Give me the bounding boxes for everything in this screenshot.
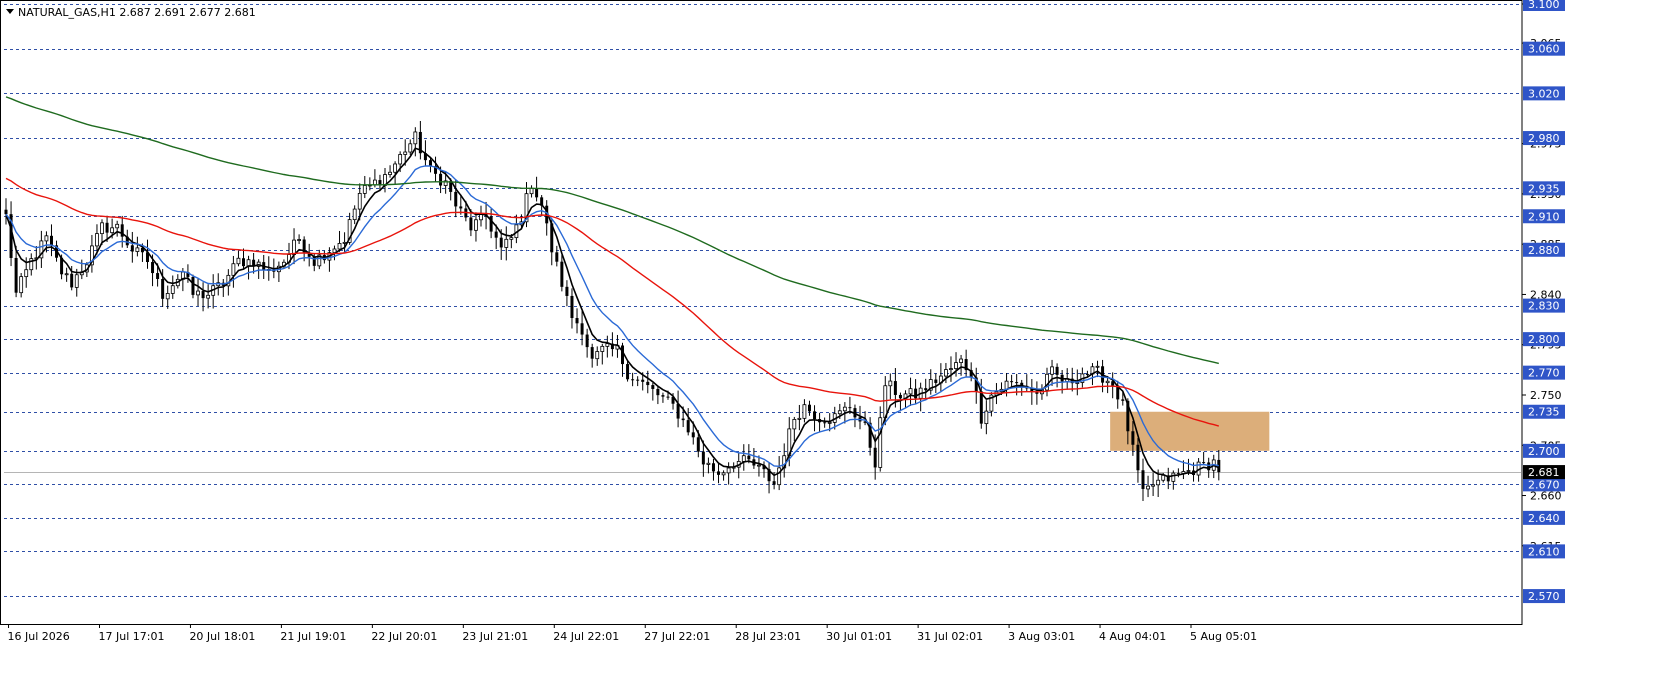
price-level-label[interactable]: 2.935 [1523,181,1565,196]
candle [191,274,195,299]
time-tick-label: 21 Jul 19:01 [280,630,346,643]
svg-text:2.910: 2.910 [1528,210,1560,223]
price-level-label[interactable]: 2.700 [1523,443,1565,458]
chart-window[interactable]: 3.1003.0652.9752.9302.8852.8402.7952.750… [0,0,1658,684]
svg-text:2.770: 2.770 [1528,367,1560,380]
svg-text:3.020: 3.020 [1528,87,1560,100]
price-level-label[interactable]: 2.800 [1523,332,1565,347]
time-tick-label: 31 Jul 02:01 [917,630,983,643]
price-level-label[interactable]: 2.880 [1523,242,1565,257]
price-level-label[interactable]: 2.910 [1523,209,1565,224]
time-tick-label: 4 Aug 04:01 [1099,630,1166,643]
svg-text:2.830: 2.830 [1528,300,1560,313]
time-tick-label: 27 Jul 22:01 [644,630,710,643]
current-price-label[interactable]: 2.681 [1523,465,1565,480]
time-tick-label: 20 Jul 18:01 [189,630,255,643]
svg-text:2.800: 2.800 [1528,333,1560,346]
price-level-label[interactable]: 2.980 [1523,131,1565,146]
svg-text:2.880: 2.880 [1528,244,1560,257]
time-tick-label: 23 Jul 21:01 [462,630,528,643]
svg-text:2.670: 2.670 [1528,478,1560,491]
svg-text:2.980: 2.980 [1528,132,1560,145]
price-chart[interactable]: 3.1003.0652.9752.9302.8852.8402.7952.750… [0,0,1658,684]
price-axis[interactable]: 3.1003.0652.9752.9302.8852.8402.7952.750… [1522,0,1565,604]
time-tick-label: 30 Jul 01:01 [826,630,892,643]
price-level-label[interactable]: 3.060 [1523,41,1565,56]
price-level-label[interactable]: 2.770 [1523,365,1565,380]
price-level-label[interactable]: 2.570 [1523,589,1565,604]
svg-text:3.100: 3.100 [1528,0,1560,11]
time-tick-label: 22 Jul 20:01 [371,630,437,643]
price-level-label[interactable]: 2.830 [1523,298,1565,313]
time-tick-label: 5 Aug 05:01 [1190,630,1257,643]
svg-text:2.935: 2.935 [1528,182,1560,195]
price-level-label[interactable]: 3.020 [1523,86,1565,101]
chart-header: NATURAL_GAS,H1 2.687 2.691 2.677 2.681 [6,6,256,19]
svg-text:2.700: 2.700 [1528,445,1560,458]
price-tick-label: 2.660 [1530,490,1562,503]
time-tick-label: 17 Jul 17:01 [98,630,164,643]
price-level-label[interactable]: 2.735 [1523,404,1565,419]
svg-text:2.681: 2.681 [1528,466,1560,479]
svg-text:3.060: 3.060 [1528,43,1560,56]
svg-text:2.570: 2.570 [1528,590,1560,603]
time-tick-label: 16 Jul 2026 [8,630,70,643]
price-level-label[interactable]: 2.610 [1523,544,1565,559]
symbol-ohlc-text: NATURAL_GAS,H1 2.687 2.691 2.677 2.681 [18,6,256,19]
time-tick-label: 28 Jul 23:01 [735,630,801,643]
chart-background [0,0,1658,684]
price-tick-label: 2.750 [1530,389,1562,402]
price-level-label[interactable]: 3.100 [1523,0,1565,11]
svg-text:2.610: 2.610 [1528,545,1560,558]
svg-text:2.640: 2.640 [1528,512,1560,525]
svg-text:2.735: 2.735 [1528,406,1560,419]
time-tick-label: 3 Aug 03:01 [1008,630,1075,643]
price-level-label[interactable]: 2.640 [1523,510,1565,525]
time-tick-label: 24 Jul 22:01 [553,630,619,643]
price-level-label[interactable]: 2.670 [1523,477,1565,492]
